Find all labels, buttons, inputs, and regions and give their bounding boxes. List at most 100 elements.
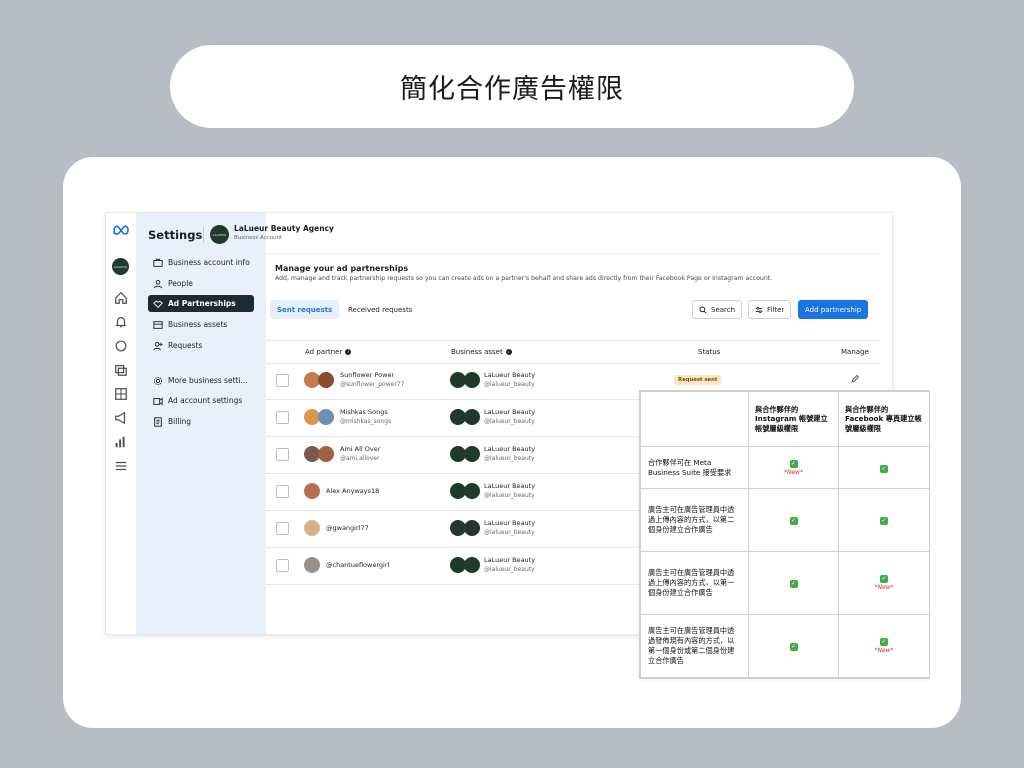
asset-avatar <box>464 520 480 536</box>
pages-icon[interactable] <box>114 363 128 377</box>
col-business-asset[interactable]: Business asset i <box>451 348 512 356</box>
row-label: 廣告主可在廣告管理員中透過發佈現有內容的方式，以第一個身份或第二個身份建立合作廣… <box>640 613 749 679</box>
asset-handle: @lalueur_beauty <box>484 529 535 536</box>
grid-icon[interactable] <box>114 387 128 401</box>
cell: ✓ *New* <box>838 613 930 679</box>
asset-name: LaLueur Beauty <box>484 445 536 453</box>
asset-handle: @lalueur_beauty <box>484 455 535 462</box>
bell-icon[interactable] <box>114 315 128 329</box>
add-partnership-button[interactable]: Add partnership <box>798 300 869 319</box>
partner-avatar <box>304 557 320 573</box>
row-checkbox[interactable] <box>276 448 289 461</box>
account-avatar[interactable]: LALUEUR <box>112 258 129 275</box>
nav-label: Ad Partnerships <box>168 299 236 308</box>
row-checkbox[interactable] <box>276 374 289 387</box>
nav-ad-partnerships[interactable]: Ad Partnerships <box>148 295 254 312</box>
partner-avatar <box>318 446 334 462</box>
ad-account-icon <box>153 397 163 405</box>
chat-icon[interactable] <box>114 339 128 353</box>
business-type: Business Account <box>234 235 283 241</box>
meta-logo-icon <box>113 225 129 235</box>
col-manage: Manage <box>841 348 869 356</box>
header-empty-cell <box>640 390 749 448</box>
row-label: 廣告主可在廣告管理員中透過上傳內容的方式，以第二個身份建立合作廣告 <box>640 488 749 552</box>
header-facebook: 與合作夥伴的 Facebook 專頁建立帳號層級權限 <box>838 390 930 448</box>
info-icon[interactable]: i <box>345 349 352 355</box>
partner-handle: @ami.allover <box>340 455 380 462</box>
bar-chart-icon[interactable] <box>114 435 128 449</box>
edit-pencil-icon[interactable] <box>850 374 860 384</box>
asset-name: LaLueur Beauty <box>484 519 536 527</box>
search-label: Search <box>711 305 736 314</box>
left-rail: LALUEUR <box>106 213 137 634</box>
header-divider <box>203 227 204 243</box>
row-label: 廣告主可在廣告管理員中透過上傳內容的方式，以第一個身份建立合作廣告 <box>640 550 749 615</box>
filter-button[interactable]: Filter <box>748 300 792 319</box>
megaphone-icon[interactable] <box>114 411 128 425</box>
search-button[interactable]: Search <box>692 300 743 319</box>
asset-name: LaLueur Beauty <box>484 408 536 416</box>
asset-handle: @lalueur_beauty <box>484 418 535 425</box>
business-name[interactable]: LaLueur Beauty Agency <box>234 224 334 233</box>
person-add-icon <box>153 341 163 350</box>
asset-avatar <box>464 446 480 462</box>
partner-avatar <box>318 409 334 425</box>
table-header: Ad partner i Business asset i Status Manag… <box>266 340 880 364</box>
asset-avatar <box>464 409 480 425</box>
business-avatar: LALUEUR <box>210 225 229 244</box>
asset-name: LaLueur Beauty <box>484 371 536 379</box>
info-icon[interactable]: i <box>505 349 512 355</box>
partner-avatar <box>304 520 320 536</box>
nav-people[interactable]: People <box>148 275 254 292</box>
nav-more-business-settings[interactable]: More business setti... <box>148 372 254 389</box>
row-checkbox[interactable] <box>276 485 289 498</box>
gear-icon <box>153 376 163 385</box>
billing-icon <box>154 416 162 427</box>
nav-requests[interactable]: Requests <box>148 337 254 354</box>
menu-icon[interactable] <box>114 459 128 473</box>
nav-label: Billing <box>168 417 191 426</box>
nav-ad-account-settings[interactable]: Ad account settings <box>148 392 254 409</box>
asset-avatar <box>464 372 480 388</box>
checkmark-icon: ✓ <box>789 460 798 469</box>
partner-name: Alex Anyways18 <box>326 487 380 495</box>
partner-avatar <box>304 483 320 499</box>
checkmark-icon: ✓ <box>880 464 888 473</box>
asset-avatar <box>464 483 480 499</box>
new-tag: *New* <box>874 584 894 592</box>
row-checkbox[interactable] <box>276 559 289 572</box>
tab-received-requests[interactable]: Received requests <box>348 300 412 319</box>
banner-title: 簡化合作廣告權限 <box>170 45 854 128</box>
nav-business-account-info[interactable]: Business account info <box>148 254 254 271</box>
main-title: Manage your ad partnerships <box>275 264 409 273</box>
nav-label: Ad account settings <box>168 396 243 405</box>
row-checkbox[interactable] <box>276 522 289 535</box>
cell: ✓ <box>838 446 930 490</box>
search-icon <box>699 305 707 314</box>
filter-icon <box>755 306 763 313</box>
asset-handle: @lalueur_beauty <box>484 492 535 499</box>
nav-billing[interactable]: Billing <box>148 413 254 430</box>
nav-label: Requests <box>168 341 203 350</box>
home-icon[interactable] <box>114 291 128 305</box>
partner-name: Ami All Over <box>340 445 381 453</box>
cell: ✓ <box>748 488 839 552</box>
nav-label: Business assets <box>168 320 228 329</box>
new-tag: *New* <box>783 469 804 477</box>
asset-avatar <box>464 557 480 573</box>
partner-avatar <box>318 372 334 388</box>
nav-label: More business setti... <box>168 376 248 385</box>
handshake-icon <box>153 299 163 308</box>
checkmark-icon: ✓ <box>789 579 798 588</box>
filter-label: Filter <box>767 305 785 314</box>
permissions-comparison-table: 與合作夥伴的 Instagram 帳號建立帳號層級權限 與合作夥伴的 Faceb… <box>639 390 930 679</box>
cell: ✓ *New* <box>748 446 839 490</box>
checkmark-icon: ✓ <box>880 516 888 525</box>
new-tag: *New* <box>874 647 894 655</box>
nav-business-assets[interactable]: Business assets <box>148 316 254 333</box>
col-ad-partner[interactable]: Ad partner i <box>305 348 352 356</box>
main-description: Add, manage and track partnership reques… <box>275 275 773 282</box>
row-checkbox[interactable] <box>276 411 289 424</box>
tab-sent-requests[interactable]: Sent requests <box>270 300 340 319</box>
nav-label: People <box>168 279 193 288</box>
